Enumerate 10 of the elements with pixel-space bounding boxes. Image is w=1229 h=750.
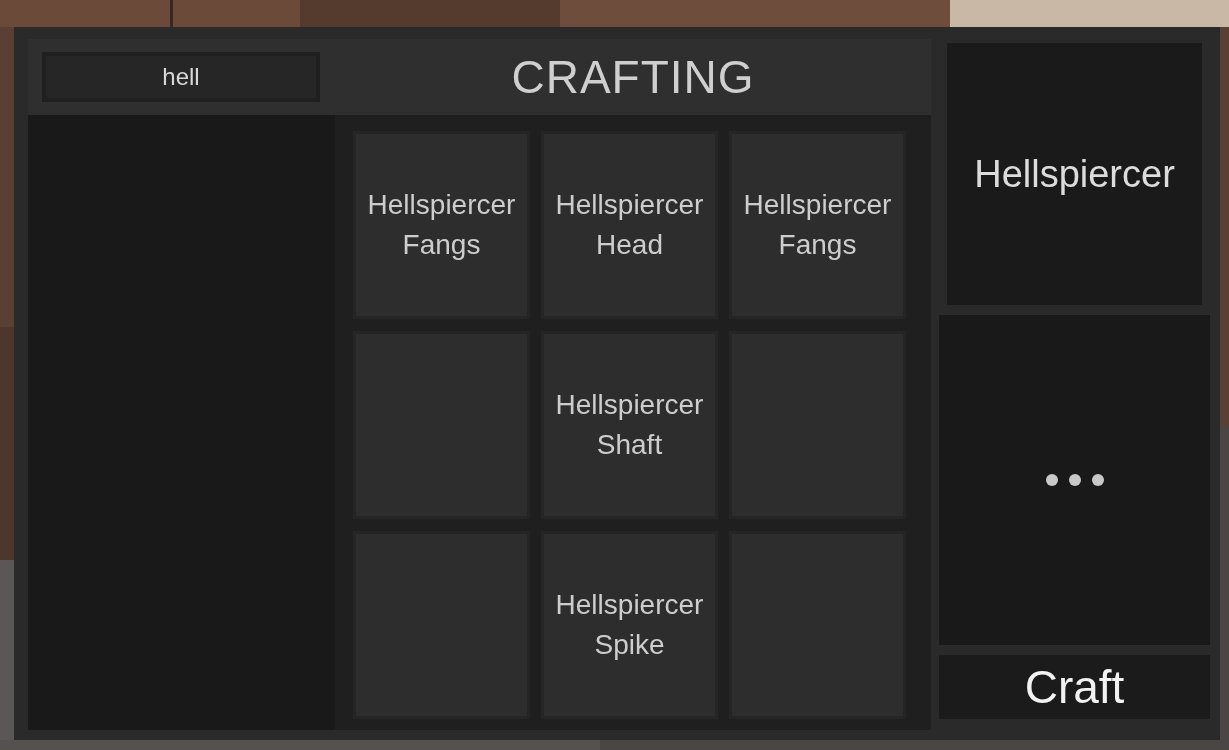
craft-button[interactable]: Craft — [939, 655, 1210, 719]
crafting-slot[interactable]: Hellspiercer Shaft — [541, 331, 718, 519]
crafting-slot[interactable]: Hellspiercer Fangs — [729, 131, 906, 319]
ellipsis-icon — [1044, 473, 1105, 487]
search-field[interactable]: hell — [42, 52, 320, 102]
crafting-slot[interactable]: Hellspiercer Spike — [541, 531, 718, 719]
result-slot: Hellspiercer — [947, 43, 1202, 305]
crafting-slot[interactable]: Hellspiercer Fangs — [353, 131, 530, 319]
crafting-slot[interactable]: Hellspiercer Head — [541, 131, 718, 319]
window-title: CRAFTING — [511, 50, 755, 104]
